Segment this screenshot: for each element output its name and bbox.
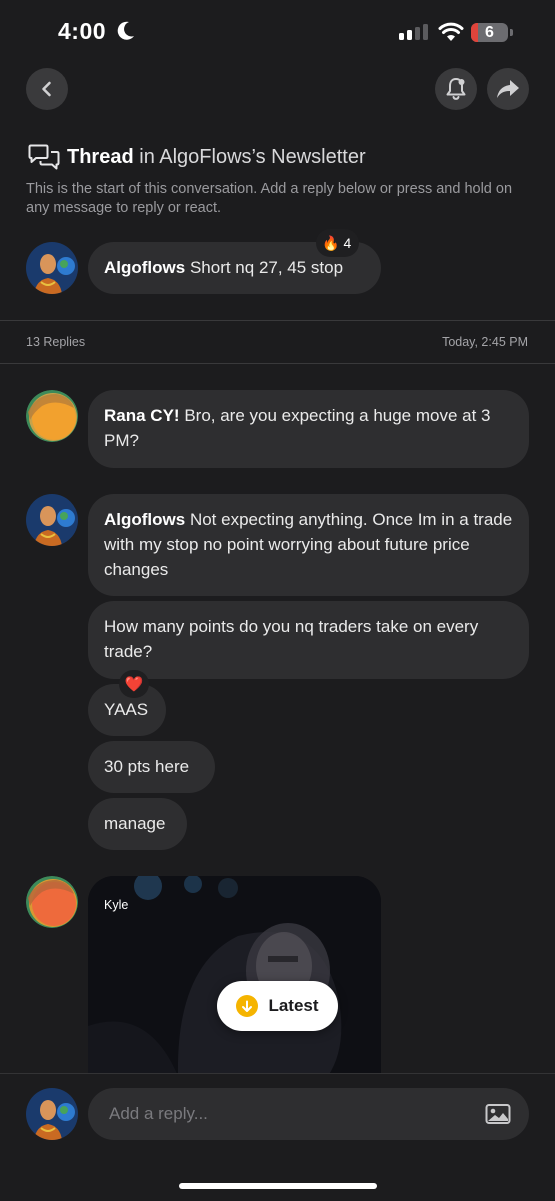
- message-text: YAAS: [104, 700, 149, 719]
- message-text: 30 pts here: [104, 757, 190, 776]
- message-bubble[interactable]: Rana CY! Bro, are you expecting a huge m…: [88, 390, 529, 468]
- thread-timestamp: Today, 2:45 PM: [442, 335, 528, 349]
- thread-title: Thread in AlgoFlows’s Newsletter: [67, 146, 366, 169]
- latest-button[interactable]: Latest: [217, 981, 338, 1031]
- message-bubble[interactable]: How many points do you nq traders take o…: [88, 601, 529, 679]
- avatar-algoflows[interactable]: [26, 494, 78, 546]
- divider: [0, 320, 555, 321]
- share-icon: [497, 80, 519, 98]
- message-sender: Rana CY!: [104, 406, 180, 425]
- message-bubble[interactable]: manage: [88, 798, 187, 850]
- latest-label: Latest: [268, 996, 319, 1015]
- thread-label: Thread: [67, 146, 134, 168]
- message-bubble[interactable]: Algoflows Not expecting anything. Once I…: [88, 494, 529, 596]
- media-message[interactable]: Kyle: [88, 876, 381, 1076]
- message-text: manage: [104, 814, 166, 833]
- notification-settings-button[interactable]: [435, 68, 477, 110]
- avatar-kyle[interactable]: [26, 876, 78, 928]
- reaction-badge[interactable]: ❤️: [119, 670, 149, 698]
- message-text: How many points do you nq traders take o…: [104, 617, 479, 661]
- status-time: 4:00: [58, 18, 107, 44]
- avatar-rana[interactable]: [26, 390, 78, 442]
- back-button[interactable]: [26, 68, 68, 110]
- message-sender: Algoflows: [104, 510, 186, 529]
- battery-icon: 6: [471, 23, 508, 42]
- home-indicator: [179, 1183, 377, 1189]
- battery-cap: [510, 29, 513, 36]
- share-button[interactable]: [487, 68, 529, 110]
- media-sender: Kyle: [104, 898, 129, 912]
- message-text: Short nq 27, 45 stop: [189, 258, 344, 277]
- heart-icon: ❤️: [124, 676, 144, 693]
- fire-icon: 🔥: [322, 234, 340, 251]
- battery-level: 6: [485, 24, 494, 41]
- reply-input[interactable]: [88, 1088, 529, 1140]
- reaction-count: 4: [343, 235, 352, 251]
- replies-count: 13 Replies: [26, 335, 86, 349]
- gif-image: [88, 876, 381, 1076]
- thread-icon: [28, 144, 60, 170]
- reaction-badge[interactable]: 🔥 4: [316, 229, 360, 257]
- avatar-algoflows[interactable]: [26, 242, 78, 294]
- wifi-icon: [438, 22, 464, 41]
- bell-icon: [446, 78, 466, 100]
- thread-context: in AlgoFlows’s Newsletter: [139, 146, 366, 168]
- avatar-current-user: [26, 1088, 78, 1140]
- down-arrow-icon: [236, 995, 259, 1017]
- moon-icon: [117, 21, 134, 40]
- thread-description: This is the start of this conversation. …: [26, 181, 513, 216]
- back-icon: [42, 81, 51, 97]
- cellular-signal-icon: [399, 24, 428, 40]
- message-bubble[interactable]: 30 pts here: [88, 741, 215, 793]
- image-icon[interactable]: [485, 1103, 511, 1125]
- message-sender: Algoflows: [104, 258, 186, 277]
- divider: [0, 363, 555, 364]
